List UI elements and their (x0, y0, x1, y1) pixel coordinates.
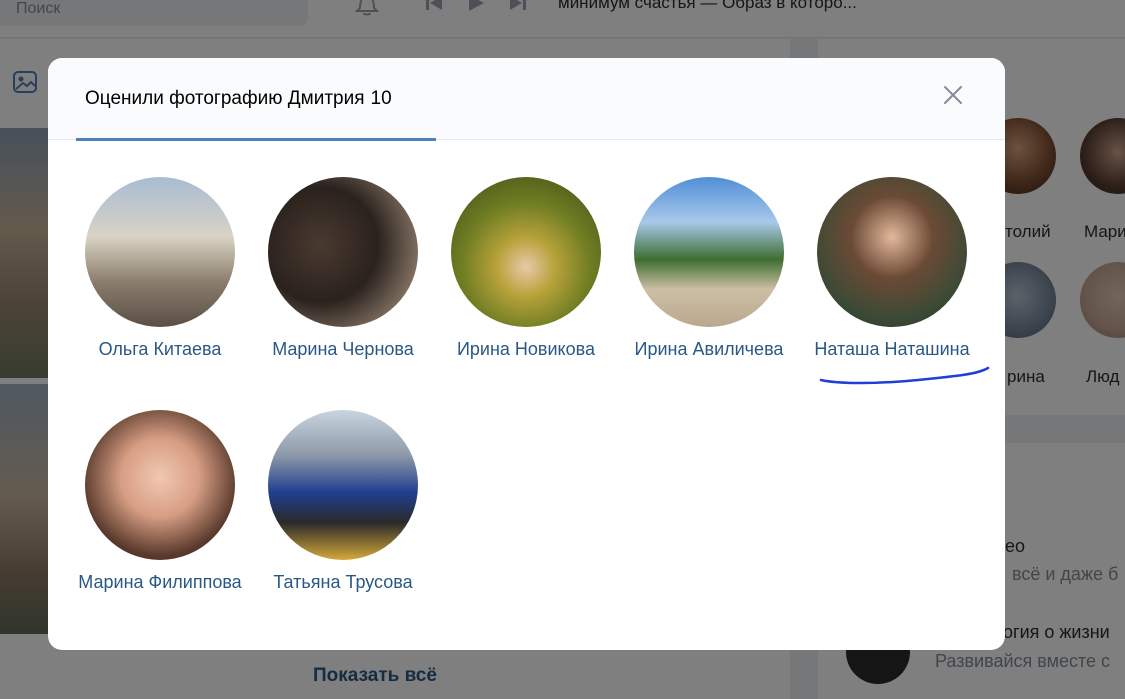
avatar[interactable] (268, 410, 418, 560)
liker-name[interactable]: Ирина Новикова (436, 339, 616, 360)
liker-card[interactable]: Марина Филиппова (70, 410, 250, 593)
liker-name[interactable]: Ольга Китаева (70, 339, 250, 360)
liker-name[interactable]: Марина Чернова (253, 339, 433, 360)
active-tab-indicator (76, 138, 436, 141)
liker-card[interactable]: Наташа Наташина (802, 177, 982, 360)
modal-title: Оценили фотографию Дмитрия 10 (85, 88, 392, 109)
likes-modal: Оценили фотографию Дмитрия 10 Ольга Китае… (48, 58, 1005, 650)
liker-name[interactable]: Наташа Наташина (802, 339, 982, 360)
liker-name[interactable]: Ирина Авиличева (619, 339, 799, 360)
close-icon (944, 86, 962, 104)
liker-card[interactable]: Татьяна Трусова (253, 410, 433, 593)
avatar[interactable] (817, 177, 967, 327)
liker-name[interactable]: Марина Филиппова (70, 572, 250, 593)
modal-header: Оценили фотографию Дмитрия 10 (48, 58, 1005, 141)
avatar[interactable] (451, 177, 601, 327)
liker-card[interactable]: Ольга Китаева (70, 177, 250, 360)
avatar[interactable] (268, 177, 418, 327)
avatar[interactable] (85, 177, 235, 327)
liker-name[interactable]: Татьяна Трусова (253, 572, 433, 593)
liker-card[interactable]: Марина Чернова (253, 177, 433, 360)
liker-card[interactable]: Ирина Новикова (436, 177, 616, 360)
avatar[interactable] (85, 410, 235, 560)
likes-count: 10 (370, 88, 392, 109)
liker-card[interactable]: Ирина Авиличева (619, 177, 799, 360)
avatar[interactable] (634, 177, 784, 327)
close-button[interactable] (938, 80, 968, 110)
tab-likes[interactable]: Оценили фотографию Дмитрия 10 (76, 58, 436, 141)
